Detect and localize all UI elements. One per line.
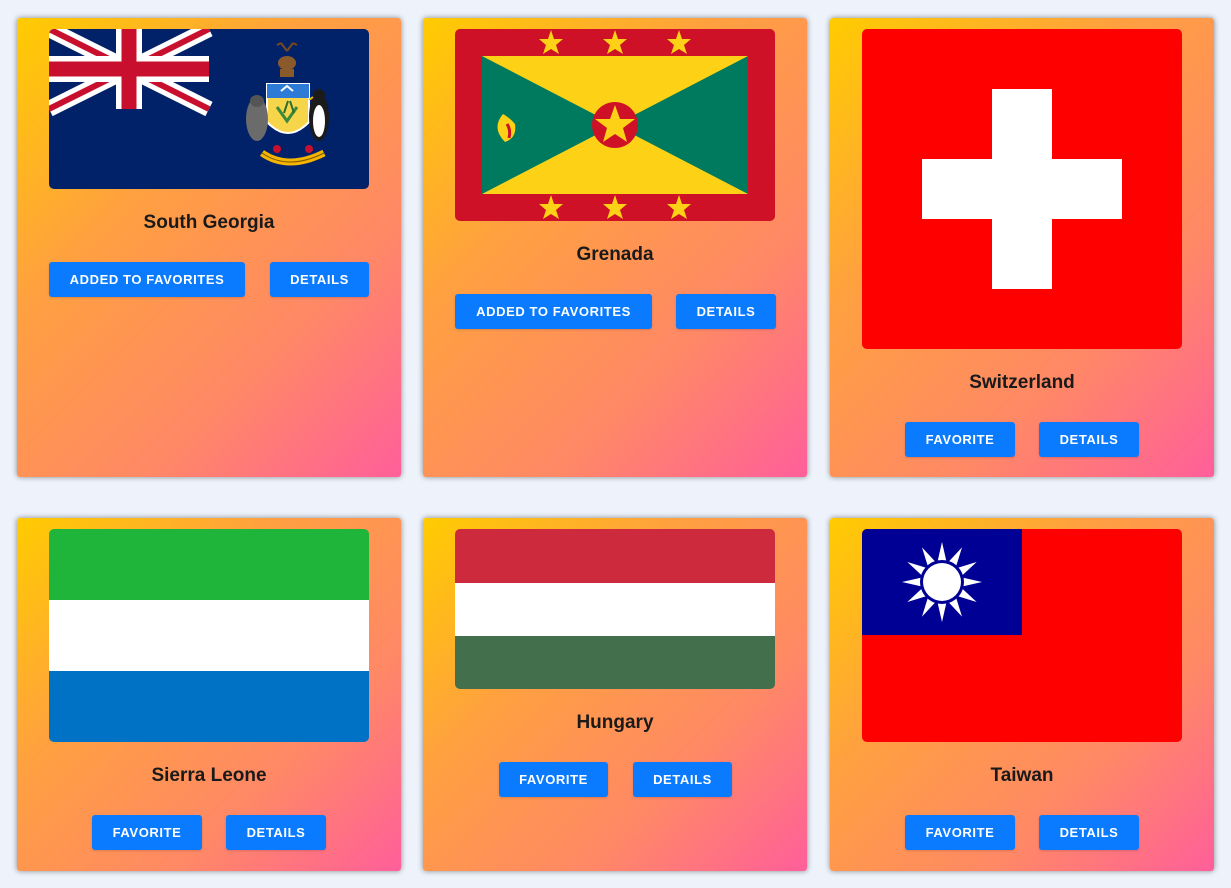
favorite-button[interactable]: FAVORITE	[905, 422, 1015, 457]
favorite-button[interactable]: ADDED TO FAVORITES	[455, 294, 652, 329]
country-name: Switzerland	[969, 372, 1075, 393]
country-card: Sierra Leone FAVORITE DETAILS	[17, 518, 401, 871]
details-button[interactable]: DETAILS	[270, 262, 369, 297]
details-button[interactable]: DETAILS	[676, 294, 776, 329]
favorite-button[interactable]: FAVORITE	[92, 815, 202, 850]
details-button[interactable]: DETAILS	[1039, 815, 1139, 850]
country-name: Grenada	[576, 244, 654, 265]
details-button[interactable]: DETAILS	[226, 815, 326, 850]
country-name: South Georgia	[143, 212, 275, 233]
flag-image-switzerland	[862, 29, 1182, 349]
country-name: Sierra Leone	[151, 765, 267, 786]
flag-image-sierra-leone	[49, 529, 369, 742]
favorite-button[interactable]: ADDED TO FAVORITES	[49, 262, 245, 297]
details-button[interactable]: DETAILS	[633, 762, 732, 797]
flag-image-taiwan	[862, 529, 1182, 742]
flag-image-south-georgia	[49, 29, 369, 189]
country-card: Hungary FAVORITE DETAILS	[423, 518, 807, 871]
country-card: Switzerland FAVORITE DETAILS	[830, 18, 1214, 477]
flag-image-grenada	[455, 29, 775, 221]
country-name: Hungary	[576, 712, 654, 733]
country-name: Taiwan	[990, 765, 1054, 786]
country-card: South Georgia ADDED TO FAVORITES DETAILS	[17, 18, 401, 477]
country-card: Taiwan FAVORITE DETAILS	[830, 518, 1214, 871]
details-button[interactable]: DETAILS	[1039, 422, 1139, 457]
country-grid: South Georgia ADDED TO FAVORITES DETAILS	[0, 0, 1231, 888]
favorite-button[interactable]: FAVORITE	[905, 815, 1015, 850]
favorite-button[interactable]: FAVORITE	[499, 762, 608, 797]
flag-image-hungary	[455, 529, 775, 689]
country-card: Grenada ADDED TO FAVORITES DETAILS	[423, 18, 807, 477]
